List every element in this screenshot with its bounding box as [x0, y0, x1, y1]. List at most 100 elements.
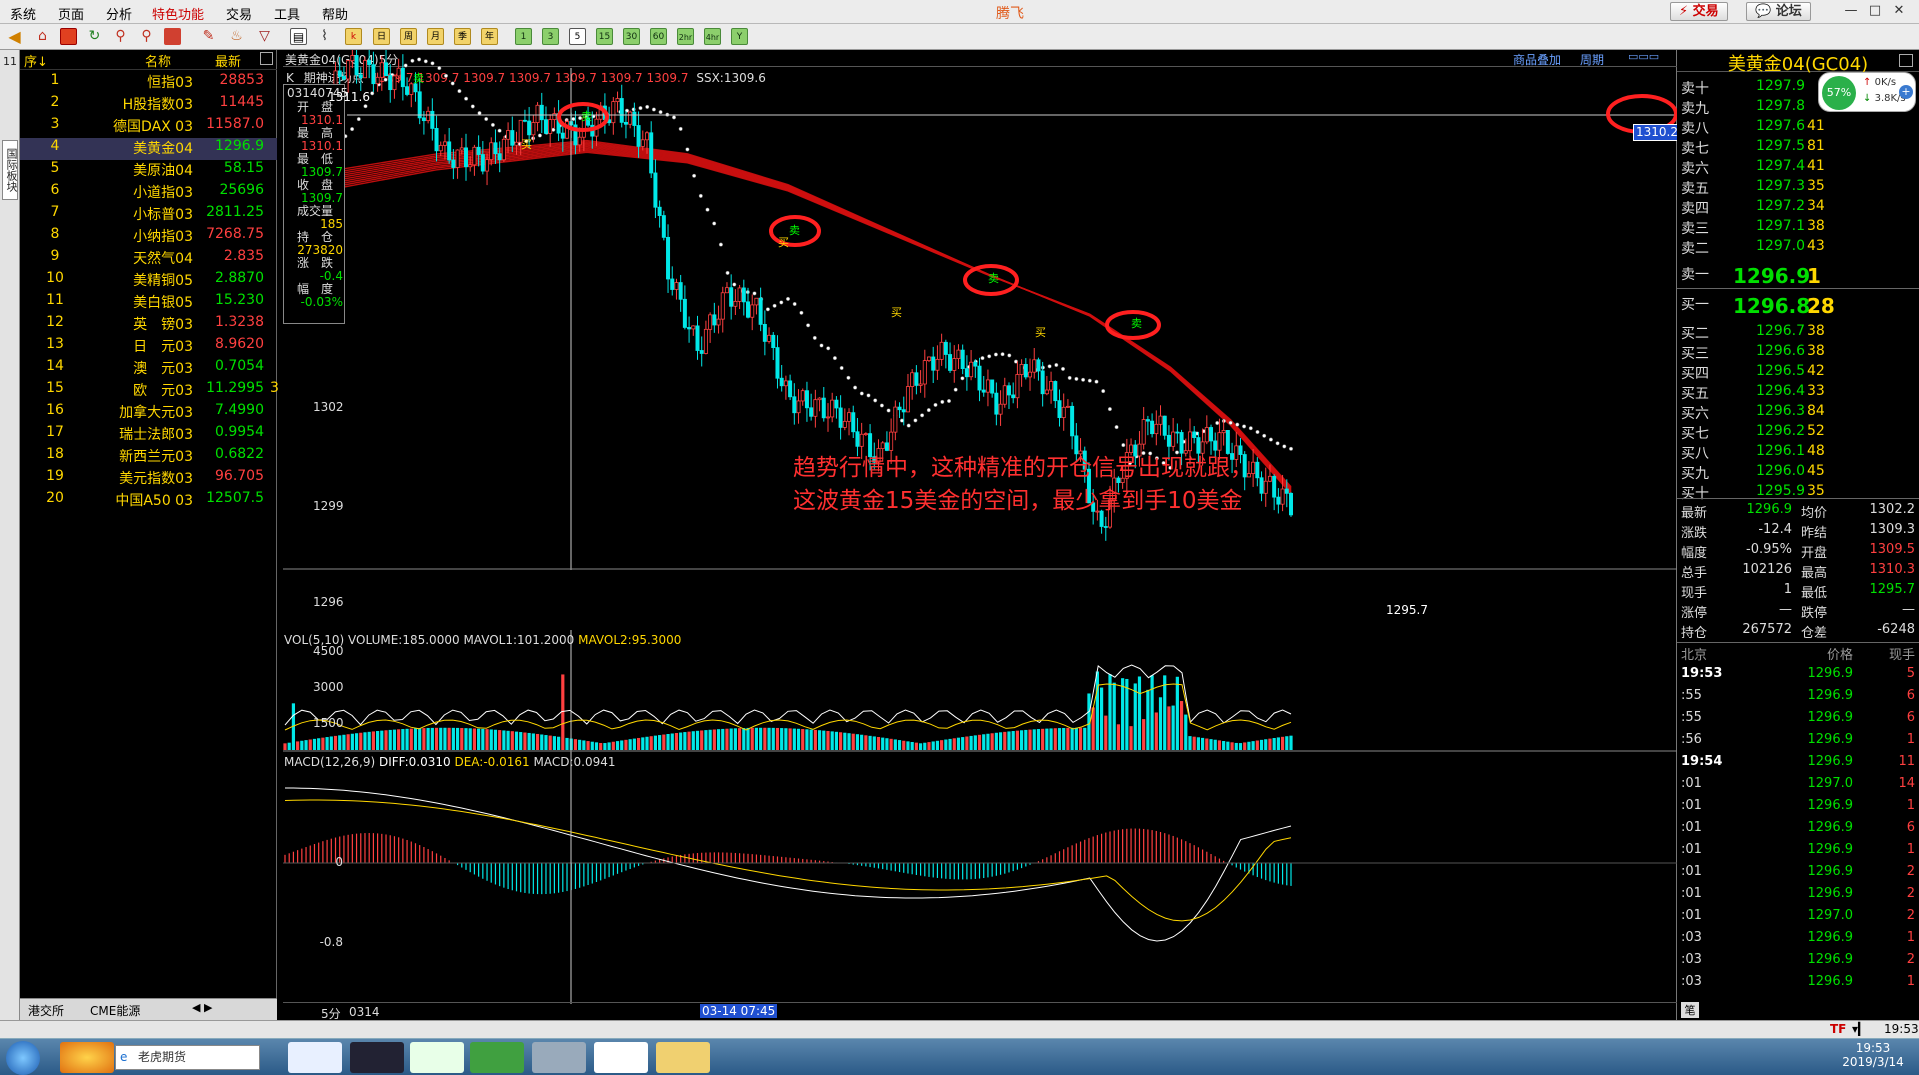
- period-year-y[interactable]: Y: [731, 28, 748, 45]
- watchlist-row[interactable]: 12 英 镑03 1.3238: [20, 314, 277, 336]
- period-quarter[interactable]: 季: [454, 28, 471, 45]
- watchlist-row[interactable]: 6 小道指03 25696: [20, 182, 277, 204]
- period-1min[interactable]: 1: [515, 28, 532, 45]
- plus-app-icon[interactable]: [410, 1042, 464, 1073]
- tab-cme-energy[interactable]: CME能源: [90, 1002, 140, 1019]
- ask-row[interactable]: 卖七 1297.5 81: [1677, 138, 1919, 158]
- taskbar-search[interactable]: e 老虎期货: [115, 1045, 260, 1070]
- menu-page[interactable]: 页面: [58, 4, 84, 23]
- quote-icon[interactable]: [60, 28, 77, 45]
- menu-analysis[interactable]: 分析: [106, 4, 132, 23]
- period-30min[interactable]: 30: [623, 28, 640, 45]
- volume-chart[interactable]: [283, 630, 1677, 752]
- bid-row[interactable]: 买九 1296.0 45: [1677, 463, 1919, 483]
- chart-area[interactable]: 美黄金04(GC04)5分 商品叠加 周期 ▭▭▭ K 期神进场点 1309.7…: [283, 50, 1681, 1021]
- period-2hr[interactable]: 2hr: [677, 28, 694, 45]
- filter-icon[interactable]: ▽: [256, 28, 273, 45]
- period-week[interactable]: 周: [400, 28, 417, 45]
- zoom-icon[interactable]: ⚲: [138, 28, 155, 45]
- refresh-icon[interactable]: ↻: [86, 28, 103, 45]
- close-button[interactable]: ✕: [1888, 3, 1910, 20]
- watchlist-row[interactable]: 9 天然气04 2.835: [20, 248, 277, 270]
- menu-special[interactable]: 特色功能: [152, 4, 204, 23]
- watchlist-row[interactable]: 1 恒指03 28853: [20, 72, 277, 94]
- period-5min[interactable]: 5: [569, 28, 586, 45]
- watchlist-row[interactable]: 7 小标普03 2811.25: [20, 204, 277, 226]
- period-month[interactable]: 月: [427, 28, 444, 45]
- ask-1-row[interactable]: 卖一 1296.9 1: [1677, 264, 1919, 288]
- watchlist-row[interactable]: 14 澳 元03 0.7054: [20, 358, 277, 380]
- period-3min[interactable]: 3: [542, 28, 559, 45]
- menu-tools[interactable]: 工具: [274, 4, 300, 23]
- header-latest[interactable]: 最新: [215, 51, 241, 70]
- search-icon[interactable]: ⚲: [112, 28, 129, 45]
- ask-row[interactable]: 卖十 1297.9: [1677, 78, 1919, 98]
- header-no[interactable]: 序↓: [24, 51, 48, 70]
- bid-row[interactable]: 买五 1296.4 33: [1677, 383, 1919, 403]
- macd-chart[interactable]: [283, 752, 1677, 1004]
- tab-international[interactable]: 国际板块: [2, 140, 18, 200]
- panel-toggle-icon[interactable]: [1899, 54, 1913, 67]
- watchlist-row[interactable]: 19 美元指数03 96.705: [20, 468, 277, 490]
- bid-row[interactable]: 买六 1296.3 84: [1677, 403, 1919, 423]
- alert-icon[interactable]: [164, 28, 181, 45]
- maximize-button[interactable]: □: [1864, 3, 1886, 20]
- pen-icon[interactable]: ✎: [200, 28, 217, 45]
- bid-row[interactable]: 买七 1296.2 52: [1677, 423, 1919, 443]
- period-15min[interactable]: 15: [596, 28, 613, 45]
- back-arrow-icon[interactable]: ◀: [6, 28, 23, 45]
- app-icon[interactable]: [532, 1042, 586, 1073]
- period-year[interactable]: 年: [481, 28, 498, 45]
- menu-help[interactable]: 帮助: [322, 4, 348, 23]
- app-icon[interactable]: [60, 1042, 114, 1073]
- watchlist-row[interactable]: 17 瑞士法郎03 0.9954: [20, 424, 277, 446]
- watchlist-row[interactable]: 5 美原油04 58.15: [20, 160, 277, 182]
- ask-row[interactable]: 卖三 1297.1 38: [1677, 218, 1919, 238]
- bid-row[interactable]: 买二 1296.7 38: [1677, 323, 1919, 343]
- bid-row[interactable]: 买三 1296.6 38: [1677, 343, 1919, 363]
- folder-icon[interactable]: [656, 1042, 710, 1073]
- ask-row[interactable]: 卖二 1297.0 43: [1677, 238, 1919, 258]
- menu-trade[interactable]: 交易: [226, 4, 252, 23]
- tab-hkex[interactable]: 港交所: [28, 1002, 64, 1019]
- ask-row[interactable]: 卖九 1297.8: [1677, 98, 1919, 118]
- tick-footer-tab[interactable]: 笔: [1681, 1002, 1699, 1018]
- period-60min[interactable]: 60: [650, 28, 667, 45]
- minimize-button[interactable]: —: [1840, 3, 1862, 20]
- watchlist-row[interactable]: 13 日 元03 8.9620: [20, 336, 277, 358]
- ask-row[interactable]: 卖八 1297.6 41: [1677, 118, 1919, 138]
- period-day[interactable]: 日: [373, 28, 390, 45]
- forum-button[interactable]: 💬 论坛: [1746, 2, 1811, 21]
- start-button[interactable]: [6, 1041, 40, 1075]
- watchlist-row[interactable]: 18 新西兰元03 0.6822: [20, 446, 277, 468]
- browser-icon[interactable]: [470, 1042, 524, 1073]
- table-icon[interactable]: ▤: [290, 28, 307, 45]
- header-name[interactable]: 名称: [145, 51, 171, 70]
- tick-icon[interactable]: k: [345, 28, 362, 45]
- bid-row[interactable]: 买十 1295.9 35: [1677, 483, 1919, 503]
- ask-row[interactable]: 卖六 1297.4 41: [1677, 158, 1919, 178]
- watchlist-row[interactable]: 11 美白银05 15.230: [20, 292, 277, 314]
- app-icon[interactable]: [288, 1042, 342, 1073]
- ask-row[interactable]: 卖四 1297.2 34: [1677, 198, 1919, 218]
- scroll-left-right-icon[interactable]: ◀ ▶: [192, 1001, 212, 1014]
- watchlist-row[interactable]: 16 加拿大元03 7.4990: [20, 402, 277, 424]
- home-icon[interactable]: ⌂: [34, 28, 51, 45]
- pot-icon[interactable]: ♨: [228, 28, 245, 45]
- trade-button[interactable]: ⚡ 交易: [1670, 2, 1728, 21]
- trading-app-icon[interactable]: [594, 1042, 648, 1073]
- menu-system[interactable]: 系统: [10, 4, 36, 23]
- bid-row[interactable]: 买八 1296.1 48: [1677, 443, 1919, 463]
- bid-row[interactable]: 买四 1296.5 42: [1677, 363, 1919, 383]
- watchlist-row[interactable]: 2 H股指数03 11445: [20, 94, 277, 116]
- watchlist-row[interactable]: 10 美精铜05 2.8870: [20, 270, 277, 292]
- line-chart-icon[interactable]: ⌇: [316, 28, 333, 45]
- period-4hr[interactable]: 4hr: [704, 28, 721, 45]
- nox-icon[interactable]: [350, 1042, 404, 1073]
- bid-1-row[interactable]: 买一 1296.8 28: [1677, 294, 1919, 318]
- window-toggle-icon[interactable]: [260, 52, 273, 65]
- ask-row[interactable]: 卖五 1297.3 35: [1677, 178, 1919, 198]
- watchlist-row[interactable]: 4 美黄金04 1296.9: [20, 138, 277, 160]
- watchlist-row[interactable]: 3 德国DAX 03 11587.0: [20, 116, 277, 138]
- watchlist-row[interactable]: 15 欧 元03 11.2995 3: [20, 380, 279, 402]
